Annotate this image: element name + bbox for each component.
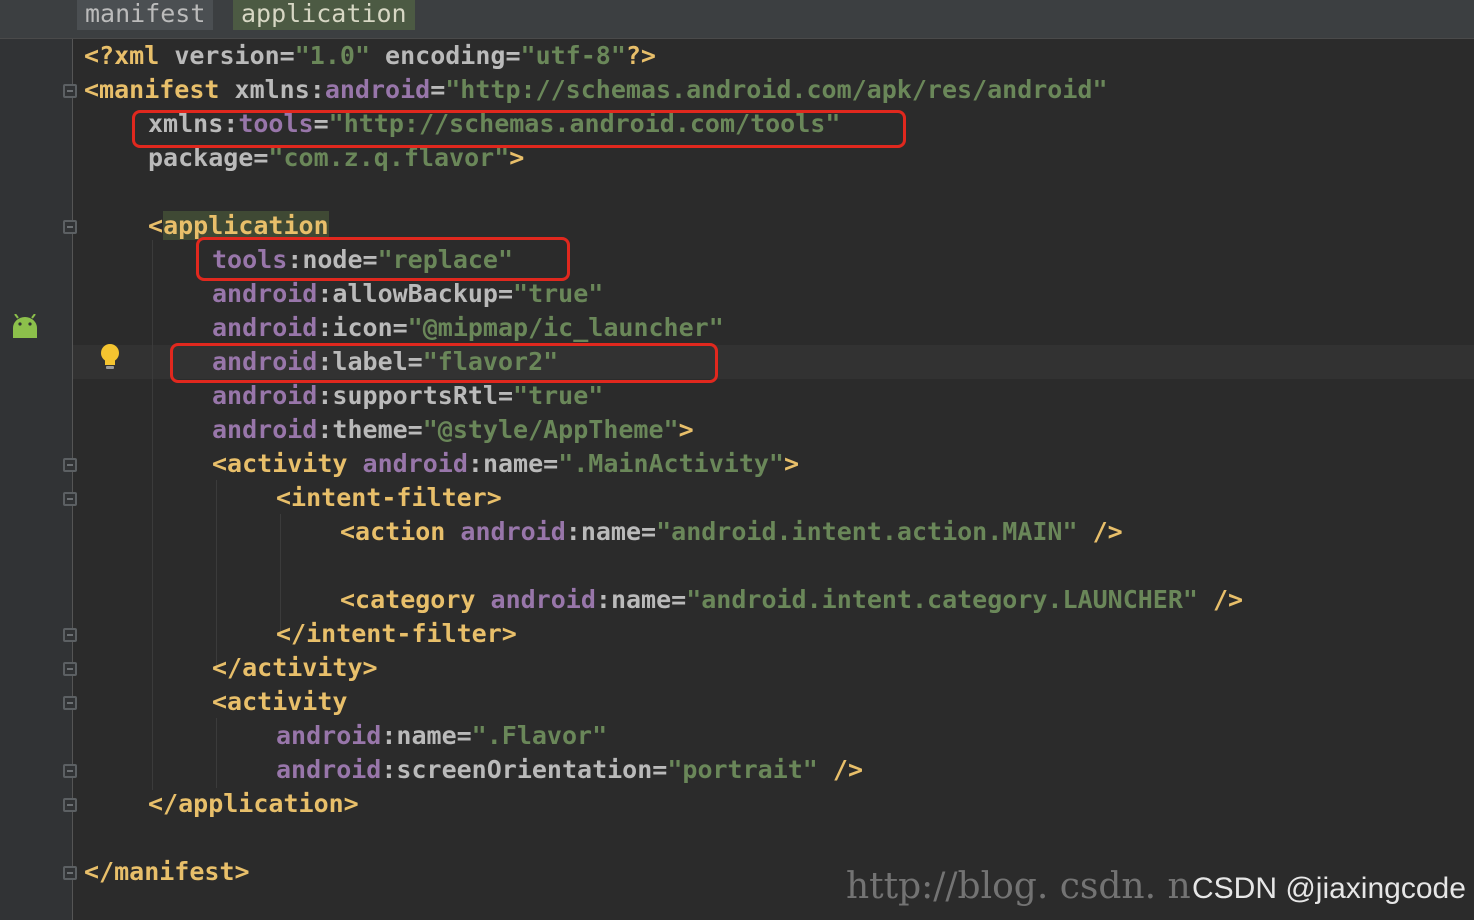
- attr-token: :name=: [467, 449, 559, 478]
- value-token: ".Flavor": [471, 721, 608, 750]
- xml-declaration-token: <?xml: [84, 41, 160, 70]
- tag-token: </application>: [148, 789, 359, 818]
- namespace-token: android: [212, 415, 318, 444]
- code-line: <action android:name="android.intent.act…: [340, 515, 1123, 549]
- code-line: <activity android:name=".MainActivity">: [212, 447, 799, 481]
- tag-token: ?>: [625, 41, 656, 70]
- code-line: android:supportsRtl="true": [212, 379, 603, 413]
- attr-token: :name=: [565, 517, 657, 546]
- highlight-box-xmlns-tools: [132, 110, 906, 148]
- namespace-token: android: [347, 449, 468, 478]
- namespace-token: android: [212, 381, 318, 410]
- breadcrumb-item-manifest[interactable]: manifest: [77, 0, 214, 30]
- indent-guide: [216, 718, 217, 788]
- code-line: android:theme="@style/AppTheme">: [212, 413, 694, 447]
- tag-token: >: [783, 449, 800, 478]
- tag-token: application: [163, 211, 329, 240]
- code-line: android:icon="@mipmap/ic_launcher": [212, 311, 724, 345]
- tag-token: <: [148, 211, 164, 240]
- namespace-token: android: [212, 279, 318, 308]
- highlight-box-label: [170, 343, 718, 383]
- editor-gutter: [0, 39, 73, 920]
- value-token: "true": [513, 381, 604, 410]
- indent-guide: [152, 240, 153, 790]
- indent-guide: [280, 514, 281, 634]
- android-icon[interactable]: [11, 314, 39, 340]
- tag-token: <category: [340, 585, 476, 614]
- value-token: "@mipmap/ic_launcher": [407, 313, 724, 342]
- breadcrumb: manifest application: [0, 0, 1474, 39]
- bulb-icon[interactable]: [98, 342, 122, 372]
- fold-icon[interactable]: [63, 696, 77, 710]
- code-line: android:screenOrientation="portrait" />: [276, 753, 863, 787]
- value-token: "http://schemas.android.com/apk/res/andr…: [445, 75, 1108, 104]
- fold-icon[interactable]: [63, 798, 77, 812]
- code-line: </application>: [148, 787, 359, 821]
- blog-watermark: http://blog. csdn. n: [846, 866, 1191, 907]
- indent-guide: [216, 480, 217, 670]
- tag-token: <intent-filter>: [276, 483, 502, 512]
- attr-token: :name=: [381, 721, 472, 750]
- namespace-token: android: [276, 721, 382, 750]
- tag-token: />: [1197, 585, 1244, 614]
- value-token: "@style/AppTheme": [422, 415, 679, 444]
- code-line: <?xml version="1.0" encoding="utf-8"?>: [84, 39, 656, 73]
- code-line: <activity: [212, 685, 347, 719]
- tag-token: />: [1077, 517, 1123, 546]
- csdn-watermark: CSDN @jiaxingcode: [1192, 872, 1466, 905]
- namespace-token: android: [445, 517, 566, 546]
- tag-token: />: [817, 755, 864, 784]
- breadcrumb-item-application[interactable]: application: [233, 0, 415, 30]
- code-line: </activity>: [212, 651, 378, 685]
- value-token: "true": [513, 279, 604, 308]
- namespace-token: android: [276, 755, 382, 784]
- code-line: android:allowBackup="true": [212, 277, 603, 311]
- code-line: </intent-filter>: [276, 617, 517, 651]
- namespace-token: android: [475, 585, 596, 614]
- value-token: "utf-8": [520, 41, 626, 70]
- attr-token: encoding=: [370, 41, 521, 70]
- attr-token: :allowBackup=: [317, 279, 514, 308]
- attr-token: =: [430, 75, 446, 104]
- value-token: "android.intent.action.MAIN": [656, 517, 1078, 546]
- fold-icon[interactable]: [63, 866, 77, 880]
- code-line: android:name=".Flavor": [276, 719, 607, 753]
- fold-icon[interactable]: [63, 628, 77, 642]
- tag-token: </manifest>: [84, 857, 250, 886]
- attr-token: :icon=: [317, 313, 408, 342]
- code-line: <intent-filter>: [276, 481, 502, 515]
- tag-token: <activity: [212, 687, 348, 716]
- code-line: <manifest xmlns:android="http://schemas.…: [84, 73, 1108, 107]
- value-token: "portrait": [667, 755, 818, 784]
- fold-icon[interactable]: [63, 220, 77, 234]
- tag-token: >: [678, 415, 694, 444]
- code-line: </manifest>: [84, 855, 250, 889]
- tag-token: </intent-filter>: [276, 619, 517, 648]
- attr-token: :theme=: [317, 415, 423, 444]
- attr-token: version=: [159, 41, 295, 70]
- namespace-token: android: [212, 313, 318, 342]
- highlight-box-tools-node: [196, 237, 570, 281]
- value-token: "android.intent.category.LAUNCHER": [686, 585, 1198, 614]
- fold-icon[interactable]: [63, 84, 77, 98]
- attr-token: xmlns:: [219, 75, 325, 104]
- attr-token: :supportsRtl=: [317, 381, 514, 410]
- attr-token: :name=: [595, 585, 687, 614]
- value-token: ".MainActivity": [558, 449, 784, 478]
- namespace-token: android: [324, 75, 431, 104]
- value-token: "1.0": [294, 41, 370, 70]
- tag-token: <manifest: [84, 75, 220, 104]
- attr-token: :screenOrientation=: [381, 755, 668, 784]
- fold-icon[interactable]: [63, 458, 77, 472]
- tag-token: <action: [340, 517, 446, 546]
- fold-icon[interactable]: [63, 764, 77, 778]
- code-line: <category android:name="android.intent.c…: [340, 583, 1243, 617]
- fold-icon[interactable]: [63, 662, 77, 676]
- fold-icon[interactable]: [63, 492, 77, 506]
- tag-token: </activity>: [212, 653, 378, 682]
- tag-token: <activity: [212, 449, 348, 478]
